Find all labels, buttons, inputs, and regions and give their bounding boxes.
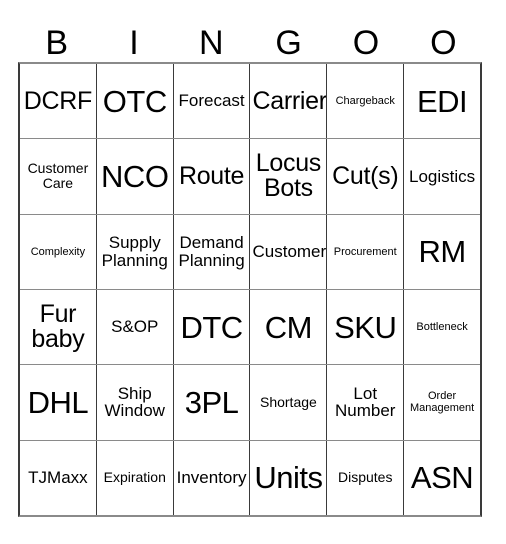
- bingo-cell[interactable]: RM: [404, 215, 480, 289]
- bingo-cell[interactable]: DTC: [174, 289, 251, 365]
- bingo-cell-label: EDI: [416, 83, 468, 119]
- bingo-cell[interactable]: Order Management: [404, 365, 480, 439]
- bingo-row: Customer Care NCO Route Locus Bots Cut(s) Log…: [20, 139, 480, 215]
- bingo-cell[interactable]: Route: [174, 139, 251, 214]
- bingo-cell[interactable]: Supply Planning: [97, 214, 174, 289]
- bingo-cell[interactable]: NCO: [97, 139, 174, 214]
- bingo-cell-label: TJMaxx: [28, 467, 88, 487]
- bingo-cell[interactable]: Shortage: [250, 365, 328, 440]
- bingo-cell-label: Logistics: [408, 166, 476, 186]
- bingo-cell[interactable]: DCRF: [20, 64, 97, 139]
- bingo-cell-label: DTC: [180, 309, 243, 345]
- bingo-cell-label: Units: [254, 460, 323, 496]
- bingo-cell[interactable]: Customer Care: [20, 139, 97, 214]
- bingo-cell[interactable]: Units: [250, 440, 328, 515]
- bingo-cell-label: Fur baby: [31, 300, 85, 354]
- bingo-header-letter: G: [275, 24, 302, 62]
- bingo-cell[interactable]: OTC: [97, 64, 174, 139]
- bingo-header-letter: O: [352, 24, 380, 62]
- bingo-cell[interactable]: TJMaxx: [20, 440, 97, 515]
- bingo-cell[interactable]: Demand Planning: [174, 214, 251, 289]
- bingo-cell[interactable]: Lot Number: [327, 365, 405, 440]
- bingo-cell[interactable]: DHL: [20, 365, 97, 440]
- bingo-cell-label: Order Management: [409, 389, 475, 415]
- bingo-grid: DCRF OTC Forecast Carrier Chargeback EDI Custo…: [18, 62, 482, 517]
- bingo-cell[interactable]: Forecast: [174, 64, 251, 139]
- bingo-card: B I N G O O DCRF OTC Forecast Carrier Chargeback E…: [0, 0, 506, 544]
- bingo-cell-label: OTC: [102, 83, 167, 119]
- bingo-header-letter: N: [199, 24, 224, 62]
- bingo-cell[interactable]: S&OP: [97, 289, 174, 365]
- bingo-cell-label: SKU: [334, 309, 397, 345]
- bingo-cell-label: Forecast: [178, 91, 245, 111]
- bingo-cell[interactable]: CM: [250, 289, 328, 365]
- bingo-cell-label: Locus Bots: [255, 149, 322, 203]
- bingo-cell-label: DHL: [27, 384, 89, 420]
- bingo-cell-label: Shortage: [259, 393, 317, 410]
- bingo-cell[interactable]: Inventory: [174, 440, 251, 515]
- bingo-cell[interactable]: Logistics: [404, 139, 480, 213]
- bingo-cell-label: DCRF: [23, 86, 93, 115]
- bingo-cell-label: Lot Number: [334, 383, 396, 421]
- bingo-cell-label: Chargeback: [335, 94, 395, 107]
- bingo-cell[interactable]: Carrier: [250, 64, 328, 139]
- bingo-cell-label: RM: [418, 234, 466, 270]
- bingo-cell[interactable]: Expiration: [97, 440, 174, 515]
- bingo-header-letter: O: [430, 24, 457, 62]
- bingo-cell-label: Route: [178, 161, 245, 190]
- bingo-cell-label: Inventory: [176, 467, 247, 487]
- bingo-cell-label: Carrier: [252, 86, 327, 115]
- bingo-row: DCRF OTC Forecast Carrier Chargeback EDI: [20, 64, 480, 140]
- bingo-cell-label: Expiration: [103, 469, 166, 486]
- bingo-cell-label: Procurement: [333, 245, 397, 258]
- bingo-row: TJMaxx Expiration Inventory Units Disputes AS…: [20, 440, 480, 515]
- bingo-header-row: BINGOO: [18, 16, 482, 62]
- bingo-cell[interactable]: EDI: [404, 64, 480, 138]
- bingo-cell[interactable]: Ship Window: [97, 365, 174, 440]
- bingo-cell-label: Bottleneck: [416, 320, 468, 333]
- bingo-row: Fur baby S&OP DTC CM SKU Bottleneck: [20, 289, 480, 366]
- bingo-cell-label: S&OP: [111, 317, 159, 337]
- bingo-cell-label: Supply Planning: [101, 232, 168, 270]
- bingo-cell-label: ASN: [410, 460, 474, 496]
- bingo-cell[interactable]: Bottleneck: [404, 290, 480, 364]
- bingo-cell[interactable]: Procurement: [327, 214, 405, 289]
- bingo-cell-label: Complexity: [30, 245, 86, 258]
- bingo-cell[interactable]: Cut(s): [327, 139, 405, 214]
- bingo-header-letter: I: [129, 24, 139, 62]
- bingo-cell[interactable]: Locus Bots: [250, 139, 328, 214]
- bingo-cell-label: Cut(s): [332, 161, 399, 190]
- bingo-cell[interactable]: Disputes: [327, 440, 405, 515]
- bingo-cell-label: Customer Care: [27, 160, 89, 192]
- bingo-cell[interactable]: SKU: [327, 289, 405, 365]
- bingo-cell[interactable]: ASN: [404, 441, 480, 515]
- bingo-cell-label: Customer: [252, 241, 327, 261]
- bingo-cell-label: Ship Window: [104, 383, 165, 421]
- bingo-cell-label: Demand Planning: [178, 232, 245, 270]
- bingo-row: DHL Ship Window 3PL Shortage Lot Number Order…: [20, 365, 480, 441]
- bingo-header-letter: B: [45, 24, 68, 62]
- bingo-cell-label: NCO: [101, 158, 169, 194]
- bingo-cell-label: CM: [264, 309, 313, 345]
- bingo-cell[interactable]: Chargeback: [327, 64, 405, 139]
- bingo-cell[interactable]: 3PL: [174, 365, 251, 440]
- bingo-cell[interactable]: Complexity: [20, 214, 97, 289]
- bingo-cell[interactable]: Fur baby: [20, 289, 97, 365]
- bingo-cell-label: 3PL: [184, 384, 239, 420]
- bingo-cell[interactable]: Customer: [250, 214, 328, 289]
- bingo-cell-label: Disputes: [337, 469, 393, 486]
- bingo-row: Complexity Supply Planning Demand Planning…: [20, 214, 480, 290]
